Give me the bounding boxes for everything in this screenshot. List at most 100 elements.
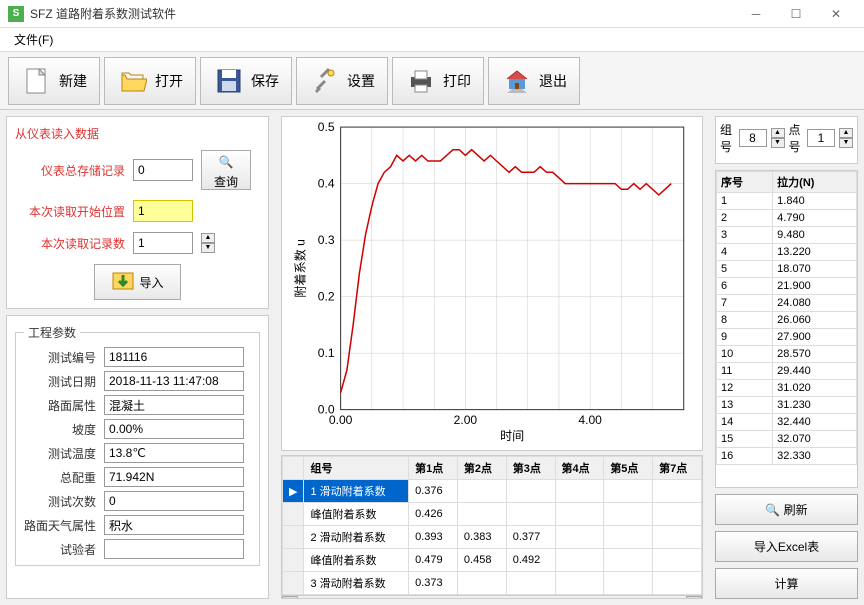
force-cell[interactable]: 16 [717,448,773,465]
grid-cell[interactable] [457,503,506,526]
force-cell[interactable]: 31.020 [773,380,857,397]
grid-cell[interactable] [604,503,653,526]
grid-cell[interactable]: ▶ [283,480,304,503]
table-row[interactable]: 2 滑动附着系数0.3930.3830.377 [283,526,702,549]
grid-header[interactable] [283,457,304,480]
grid-cell[interactable] [283,572,304,595]
force-cell[interactable]: 27.900 [773,329,857,346]
group-input[interactable] [739,129,767,147]
force-cell[interactable]: 3 [717,227,773,244]
table-row[interactable]: 11.840 [717,193,857,210]
force-cell[interactable]: 9 [717,329,773,346]
print-button[interactable]: 打印 [392,57,484,105]
force-cell[interactable]: 4 [717,244,773,261]
grid-cell[interactable]: 0.383 [457,526,506,549]
grid-cell[interactable] [457,572,506,595]
force-cell[interactable]: 24.080 [773,295,857,312]
table-row[interactable]: 24.790 [717,210,857,227]
grid-cell[interactable] [653,572,702,595]
grid-cell[interactable]: 峰值附着系数 [304,549,409,572]
grid-cell[interactable] [555,572,604,595]
force-cell[interactable]: 21.900 [773,278,857,295]
grid-cell[interactable] [555,503,604,526]
grid-cell[interactable] [653,549,702,572]
grid-cell[interactable] [653,526,702,549]
save-button[interactable]: 保存 [200,57,292,105]
force-cell[interactable]: 10 [717,346,773,363]
force-cell[interactable]: 1 [717,193,773,210]
query-button[interactable]: 🔍 查询 [201,150,251,190]
force-cell[interactable]: 14 [717,414,773,431]
table-row[interactable]: 1331.230 [717,397,857,414]
param-input-8[interactable] [104,539,244,559]
menu-file[interactable]: 文件(F) [8,29,59,50]
grid-cell[interactable]: 0.376 [409,480,458,503]
table-row[interactable]: 724.080 [717,295,857,312]
force-cell[interactable]: 15 [717,431,773,448]
grid-cell[interactable] [457,480,506,503]
refresh-button[interactable]: 🔍 刷新 [715,494,858,525]
grid-cell[interactable] [604,480,653,503]
force-cell[interactable]: 32.440 [773,414,857,431]
grid-header[interactable]: 组号 [304,457,409,480]
grid-cell[interactable] [506,480,555,503]
force-cell[interactable]: 31.230 [773,397,857,414]
grid-header[interactable]: 第5点 [604,457,653,480]
table-row[interactable]: 39.480 [717,227,857,244]
settings-button[interactable]: 设置 [296,57,388,105]
force-cell[interactable]: 2 [717,210,773,227]
grid-cell[interactable] [506,572,555,595]
start-input[interactable] [133,200,193,222]
table-row[interactable]: 826.060 [717,312,857,329]
force-cell[interactable]: 6 [717,278,773,295]
table-row[interactable]: 1028.570 [717,346,857,363]
minimize-button[interactable]: ─ [736,2,776,26]
count-input[interactable] [133,232,193,254]
grid-cell[interactable]: 0.426 [409,503,458,526]
grid-cell[interactable] [283,503,304,526]
table-row[interactable]: 621.900 [717,278,857,295]
exit-button[interactable]: 退出 [488,57,580,105]
grid-header[interactable]: 第7点 [653,457,702,480]
grid-cell[interactable] [653,480,702,503]
force-cell[interactable]: 1.840 [773,193,857,210]
table-row[interactable]: 518.070 [717,261,857,278]
table-row[interactable]: 峰值附着系数0.4790.4580.492 [283,549,702,572]
force-cell[interactable]: 5 [717,261,773,278]
force-cell[interactable]: 4.790 [773,210,857,227]
param-input-6[interactable] [104,491,244,511]
force-cell[interactable]: 18.070 [773,261,857,278]
table-row[interactable]: ▶1 滑动附着系数0.376 [283,480,702,503]
grid-header[interactable]: 第1点 [409,457,458,480]
table-row[interactable]: 1532.070 [717,431,857,448]
maximize-button[interactable]: ☐ [776,2,816,26]
grid-cell[interactable] [506,503,555,526]
grid-cell[interactable] [555,480,604,503]
grid-cell[interactable]: 0.373 [409,572,458,595]
grid-cell[interactable]: 峰值附着系数 [304,503,409,526]
result-grid[interactable]: 组号第1点第2点第3点第4点第5点第7点▶1 滑动附着系数0.376 峰值附着系… [281,455,703,599]
close-button[interactable]: ✕ [816,2,856,26]
force-header[interactable]: 拉力(N) [773,172,857,193]
total-input[interactable] [133,159,193,181]
count-spinner[interactable]: ▲▼ [201,233,215,253]
force-cell[interactable]: 12 [717,380,773,397]
grid-header[interactable]: 第2点 [457,457,506,480]
force-cell[interactable]: 29.440 [773,363,857,380]
table-row[interactable]: 峰值附着系数0.426 [283,503,702,526]
grid-cell[interactable]: 3 滑动附着系数 [304,572,409,595]
grid-cell[interactable]: 0.458 [457,549,506,572]
table-row[interactable]: 1129.440 [717,363,857,380]
grid-cell[interactable]: 1 滑动附着系数 [304,480,409,503]
force-cell[interactable]: 26.060 [773,312,857,329]
force-cell[interactable]: 32.330 [773,448,857,465]
grid-cell[interactable]: 0.492 [506,549,555,572]
force-cell[interactable]: 9.480 [773,227,857,244]
grid-cell[interactable] [653,503,702,526]
open-button[interactable]: 打开 [104,57,196,105]
param-input-2[interactable] [104,395,244,415]
grid-cell[interactable] [283,549,304,572]
grid-cell[interactable] [604,572,653,595]
grid-cell[interactable]: 0.479 [409,549,458,572]
table-row[interactable]: 3 滑动附着系数0.373 [283,572,702,595]
